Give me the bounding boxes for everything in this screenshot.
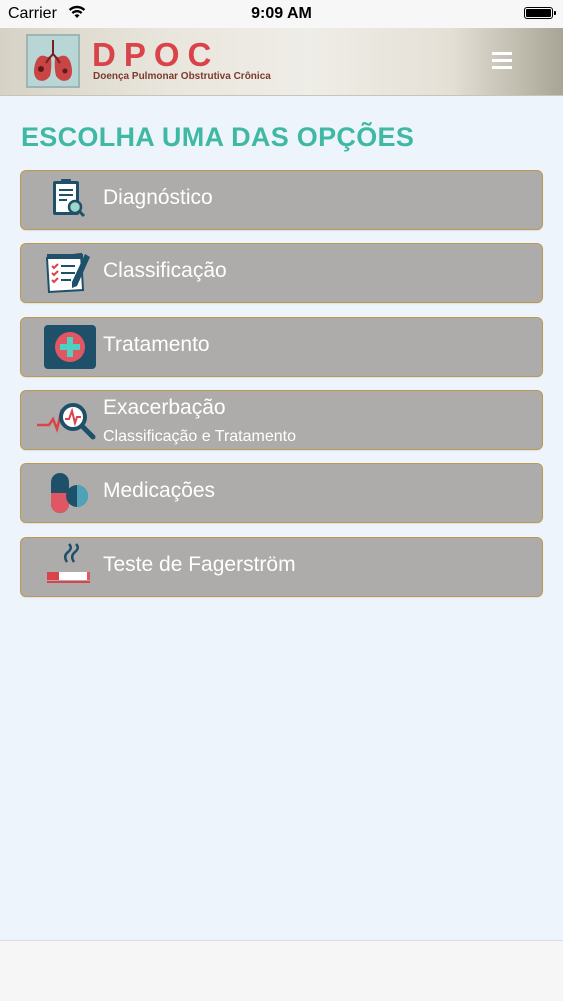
option-label: Teste de Fagerström (103, 553, 296, 576)
option-label: Diagnóstico (103, 186, 213, 209)
medical-cross-icon (43, 322, 103, 372)
hamburger-menu-icon (492, 52, 512, 55)
pulse-magnifier-icon (37, 395, 97, 445)
option-diagnostico[interactable]: Diagnóstico (20, 170, 543, 230)
page-title: ESCOLHA UMA DAS OPÇÕES (21, 122, 415, 152)
cigarette-icon (41, 542, 101, 592)
checklist-pencil-icon (41, 248, 101, 298)
brand-subtitle: Doença Pulmonar Obstrutiva Crônica (93, 71, 271, 82)
clock: 9:09 AM (251, 5, 312, 22)
option-label: Tratamento (103, 333, 210, 356)
lungs-icon (26, 34, 80, 88)
pills-icon (41, 468, 101, 518)
option-label: Exacerbação (103, 396, 226, 419)
brand-title: DPOC (92, 36, 220, 73)
status-bar: Carrier 9:09 AM (0, 0, 563, 28)
option-tratamento[interactable]: Tratamento (20, 317, 543, 377)
option-exacerbacao[interactable]: Exacerbação Classificação e Tratamento (20, 390, 543, 450)
option-label: Classificação (103, 259, 227, 282)
app-header: DPOC Doença Pulmonar Obstrutiva Crônica (0, 28, 563, 96)
option-sublabel: Classificação e Tratamento (103, 428, 296, 445)
option-medicacoes[interactable]: Medicações (20, 463, 543, 523)
option-teste-fagerstrom[interactable]: Teste de Fagerström (20, 537, 543, 597)
battery-icon (524, 7, 556, 19)
option-classificacao[interactable]: Classificação (20, 243, 543, 303)
clipboard-search-icon (41, 175, 101, 225)
option-label: Medicações (103, 479, 216, 502)
menu-button[interactable] (484, 50, 520, 74)
bottom-bar (0, 940, 563, 1001)
